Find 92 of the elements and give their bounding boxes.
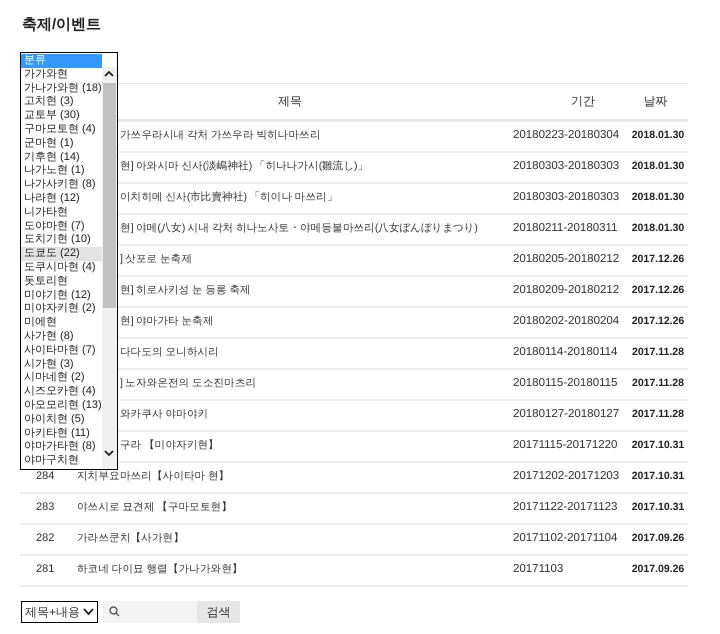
- date-text: 2018.01.30: [632, 221, 684, 236]
- scrollbar-thumb[interactable]: [102, 83, 116, 308]
- event-title-link[interactable]: ] 삿포로 눈축제: [120, 253, 192, 266]
- dropdown-option[interactable]: 미에현: [21, 316, 102, 330]
- date-text: 2017.09.26: [632, 562, 684, 578]
- search-icon: [109, 606, 120, 617]
- row-number: 282: [36, 532, 54, 544]
- dropdown-option[interactable]: 가가와현: [21, 68, 102, 82]
- date-text: 2018.01.30: [632, 159, 684, 174]
- dropdown-option[interactable]: 사이타마현 (7): [21, 344, 102, 358]
- period-text: 20180114-20180114: [513, 346, 618, 358]
- column-header: 기간: [571, 93, 595, 110]
- event-title-link[interactable]: 와카쿠사 야마야키: [120, 408, 208, 420]
- period-text: 20180211-20180311: [513, 222, 618, 234]
- event-title-link[interactable]: 다다도의 오니하시리: [120, 346, 219, 358]
- chevron-down-icon[interactable]: [104, 450, 114, 457]
- event-title-link[interactable]: 현] 아와시마 신사(淡嶋神社) 「히나나가시(雛流し)」: [120, 160, 368, 172]
- dropdown-option[interactable]: 도쿄도 (22): [21, 247, 102, 261]
- date-text: 2017.11.28: [632, 376, 684, 392]
- dropdown-option[interactable]: 니가타현: [21, 206, 102, 220]
- dropdown-option[interactable]: 돗토리현: [21, 274, 102, 289]
- dropdown-option[interactable]: 시즈오카현 (4): [21, 385, 102, 399]
- dropdown-option[interactable]: 야마구치현: [21, 454, 102, 468]
- dropdown-option[interactable]: 사가현 (8): [21, 330, 102, 344]
- chevron-up-icon[interactable]: [104, 70, 114, 77]
- dropdown-option[interactable]: 도야마현 (7): [21, 220, 102, 234]
- search-field[interactable]: [103, 600, 198, 622]
- date-text: 2017.12.26: [632, 283, 684, 298]
- event-title-link[interactable]: 가라쓰쿤치【사가현】: [77, 532, 184, 544]
- dropdown-option[interactable]: 시마네현 (2): [21, 371, 102, 386]
- period-text: 20171103: [513, 563, 564, 576]
- period-text: 20180209-20180212: [513, 284, 620, 296]
- event-title-link[interactable]: 현] 야메(八女) 시내 각처 히나노사토・야메등불마쓰리(八女ぼんぼりまつり): [120, 222, 478, 234]
- column-header: 제목: [278, 93, 302, 110]
- dropdown-option[interactable]: 고치현 (3): [21, 95, 102, 110]
- period-text: 20180202-20180204: [513, 315, 620, 328]
- event-title-link[interactable]: 하코네 다이묘 행렬【가나가와현】: [77, 563, 243, 576]
- dropdown-option[interactable]: 야마가타현 (8): [21, 440, 102, 454]
- dropdown-option[interactable]: 시가현 (3): [21, 358, 102, 372]
- event-title-link[interactable]: 현] 히로사키성 눈 등롱 축제: [120, 284, 251, 296]
- dropdown-option[interactable]: 아오모리현 (13): [21, 398, 102, 413]
- dropdown-option[interactable]: 기후현 (14): [21, 150, 102, 164]
- date-text: 2017.10.31: [632, 469, 684, 484]
- row-number: 284: [36, 470, 54, 482]
- event-title-link[interactable]: ] 노자와온전의 도소진마츠리: [120, 377, 256, 390]
- date-text: 2017.11.28: [632, 407, 684, 422]
- row-number: 281: [36, 563, 54, 576]
- period-text: 20171202-20171203: [513, 470, 620, 482]
- dropdown-option[interactable]: 나라현 (12): [21, 192, 102, 206]
- dropdown-option[interactable]: 가나가와현 (18): [21, 82, 102, 96]
- chevron-down-icon: [83, 608, 94, 616]
- event-title-link[interactable]: 지치부요마쓰리【사이타마 현】: [77, 470, 230, 482]
- dropdown-option[interactable]: 도쿠시마현 (4): [21, 260, 102, 275]
- period-text: 20180205-20180212: [513, 253, 620, 266]
- row-number: 283: [36, 501, 54, 514]
- dropdown-option[interactable]: 미야자키현 (2): [21, 302, 102, 316]
- date-text: 2018.01.30: [632, 190, 684, 206]
- period-text: 20180127-20180127: [513, 408, 620, 420]
- dropdown-option[interactable]: 나가노현 (1): [21, 164, 102, 178]
- dropdown-option[interactable]: 미야기현 (12): [21, 288, 102, 302]
- search-button[interactable]: 검색: [197, 600, 240, 622]
- event-title-link[interactable]: 가쓰우라시내 각처 가쓰우라 빅히나마쓰리: [120, 129, 320, 142]
- date-text: 2017.12.26: [632, 252, 684, 268]
- page-title: 축제/이벤트: [22, 15, 102, 35]
- period-text: 20180303-20180303: [513, 160, 620, 172]
- date-text: 2017.10.31: [632, 500, 684, 516]
- period-text: 20180115-20180115: [513, 377, 618, 390]
- date-text: 2017.10.31: [632, 438, 684, 454]
- date-text: 2018.01.30: [632, 128, 684, 144]
- period-text: 20180303-20180303: [513, 191, 620, 204]
- date-text: 2017.11.28: [632, 345, 684, 360]
- scrollbar[interactable]: [102, 67, 117, 469]
- category-dropdown-list[interactable]: [20, 52, 118, 470]
- event-title-link[interactable]: 이치히메 신사(市比賣神社) 「히이나 마쓰리」: [120, 191, 338, 204]
- event-title-link[interactable]: 야쓰시로 묘견제 【구마모토현】: [77, 501, 232, 514]
- dropdown-option[interactable]: 구마모토현 (4): [21, 122, 102, 137]
- dropdown-option[interactable]: 아키타현 (11): [21, 426, 102, 440]
- date-text: 2017.09.26: [632, 531, 684, 546]
- period-text: 20171115-20171220: [513, 439, 618, 452]
- dropdown-option[interactable]: 도치기현 (10): [21, 233, 102, 248]
- dropdown-option[interactable]: 아이치현 (5): [21, 412, 102, 427]
- dropdown-option[interactable]: 교토부 (30): [21, 109, 102, 123]
- period-text: 20180223-20180304: [513, 129, 620, 142]
- column-header: 날짜: [644, 93, 668, 110]
- dropdown-option[interactable]: 나가사키현 (8): [21, 178, 102, 192]
- period-text: 20171102-20171104: [513, 532, 618, 544]
- date-text: 2017.12.26: [632, 314, 684, 330]
- scope-select[interactable]: 제목+내용: [21, 600, 98, 622]
- event-title-link[interactable]: 현] 야마가타 눈축제: [120, 315, 214, 328]
- period-text: 20171122-20171123: [513, 501, 618, 514]
- event-title-link[interactable]: 구라 【미야자키현】: [120, 439, 219, 452]
- dropdown-option[interactable]: 군마현 (1): [21, 136, 102, 151]
